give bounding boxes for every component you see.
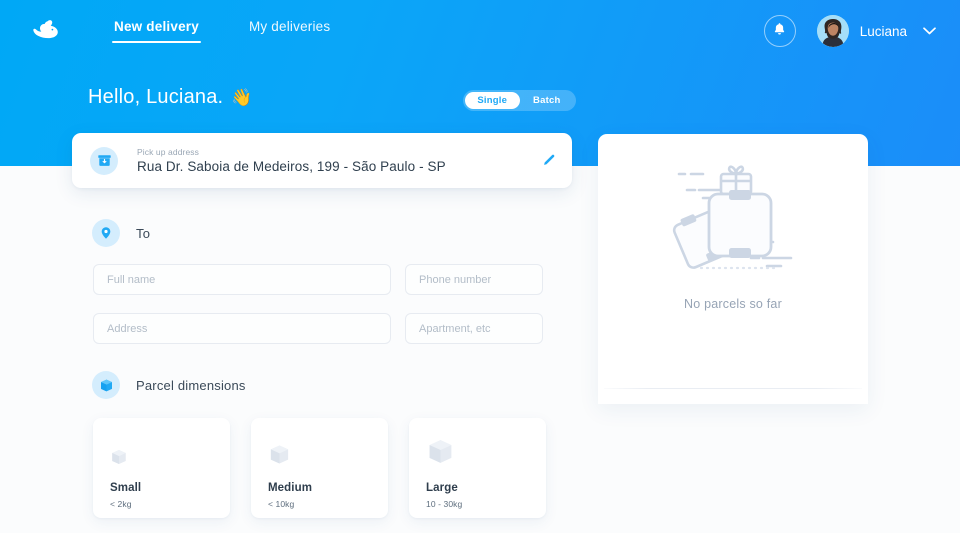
nav-tabs: New delivery My deliveries	[112, 10, 332, 52]
parcel-option-medium[interactable]: Medium < 10kg	[251, 418, 388, 518]
parcel-option-large[interactable]: Large 10 - 30kg	[409, 418, 546, 518]
notifications-button[interactable]	[763, 15, 796, 47]
user-name-label: Luciana	[859, 23, 907, 39]
parcel-section-title: Parcel dimensions	[136, 377, 246, 393]
parcel-options-row: Small < 2kg Medium < 10kg Large 10 - 30k…	[93, 418, 546, 518]
pencil-edit-icon[interactable]	[540, 153, 556, 169]
top-navigation-bar: New delivery My deliveries Luciana	[0, 0, 960, 62]
parcel-option-name: Small	[110, 482, 142, 494]
avatar[interactable]	[816, 15, 849, 47]
parcel-option-weight: 10 - 30kg	[426, 499, 463, 509]
parcel-box-large-icon	[426, 432, 546, 466]
tab-new-delivery[interactable]: New delivery	[112, 19, 201, 43]
map-pin-icon	[92, 219, 120, 247]
bell-icon	[773, 22, 786, 41]
delivery-mode-toggle: Single Batch	[463, 90, 576, 111]
to-section-header: To	[92, 219, 150, 247]
empty-parcels-illustration	[645, 150, 821, 285]
parcel-box-small-icon	[110, 432, 230, 466]
parcel-box-icon	[92, 371, 120, 399]
apartment-input[interactable]	[405, 313, 543, 344]
tab-my-deliveries[interactable]: My deliveries	[247, 19, 332, 43]
parcel-section-header: Parcel dimensions	[92, 371, 246, 399]
to-section-title: To	[136, 225, 151, 241]
waving-hand-icon: 👋	[231, 88, 253, 107]
mode-option-batch[interactable]: Batch	[520, 92, 575, 109]
greeting: Hello, Luciana. 👋	[88, 86, 253, 109]
parcel-option-small[interactable]: Small < 2kg	[93, 418, 230, 518]
mode-option-single[interactable]: Single	[465, 92, 520, 109]
parcel-option-weight: < 2kg	[110, 499, 132, 509]
nav-right-cluster: Luciana	[763, 0, 936, 62]
pickup-address-card[interactable]: Pick up address Rua Dr. Saboia de Medeir…	[72, 133, 572, 188]
parcels-empty-state: No parcels so far	[598, 150, 868, 311]
chevron-down-icon[interactable]	[923, 25, 936, 38]
pickup-address-value: Rua Dr. Saboia de Medeiros, 199 - São Pa…	[137, 159, 446, 174]
rabbit-logo-icon[interactable]	[27, 12, 65, 50]
app-root: New delivery My deliveries Luciana Hello…	[0, 0, 960, 533]
package-pickup-icon	[90, 146, 118, 175]
parcel-option-name: Medium	[268, 482, 313, 494]
parcel-box-medium-icon	[268, 432, 388, 466]
parcels-panel-divider	[604, 388, 862, 389]
pickup-address-label: Pick up address	[137, 147, 199, 157]
pickup-address-text: Pick up address Rua Dr. Saboia de Medeir…	[137, 147, 540, 174]
phone-number-input[interactable]	[405, 264, 543, 295]
full-name-input[interactable]	[93, 264, 391, 295]
parcel-option-name: Large	[426, 482, 458, 494]
address-input[interactable]	[93, 313, 391, 344]
parcel-option-weight: < 10kg	[268, 499, 295, 509]
greeting-text: Hello, Luciana.	[88, 86, 224, 108]
empty-parcels-text: No parcels so far	[684, 297, 782, 311]
